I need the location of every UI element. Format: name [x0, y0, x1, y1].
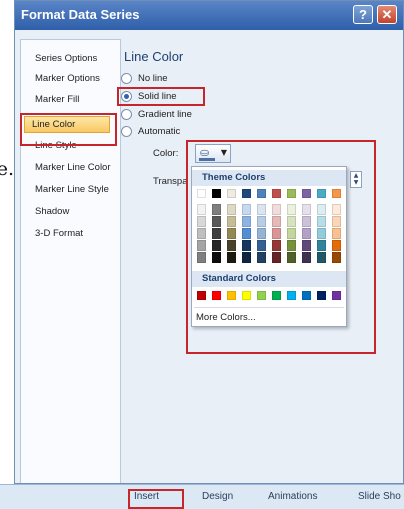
- category-nav: Series Options Marker Options Marker Fil…: [20, 39, 121, 483]
- color-label: Color:: [153, 148, 179, 159]
- option-no-line-label: No line: [138, 73, 168, 85]
- clipped-text-fragment: e.: [0, 159, 14, 179]
- option-automatic[interactable]: Automatic: [121, 126, 180, 139]
- line-color-highlight-box: [20, 113, 117, 146]
- option-automatic-label: Automatic: [138, 126, 181, 138]
- nav-item-marker-line-color[interactable]: Marker Line Color: [35, 162, 111, 173]
- nav-item-series-options[interactable]: Series Options: [35, 53, 97, 64]
- nav-item-marker-fill[interactable]: Marker Fill: [35, 94, 79, 105]
- nav-item-marker-options[interactable]: Marker Options: [35, 73, 100, 84]
- close-button[interactable]: ✕: [377, 5, 397, 24]
- nav-item-3d-format[interactable]: 3-D Format: [35, 228, 83, 239]
- nav-item-marker-line-style[interactable]: Marker Line Style: [35, 184, 109, 195]
- radio-no-line[interactable]: [121, 73, 132, 84]
- nav-item-shadow[interactable]: Shadow: [35, 206, 69, 217]
- ribbon-tab-bar: Insert Design Animations Slide Sho: [0, 484, 404, 509]
- radio-gradient-line[interactable]: [121, 109, 132, 120]
- tab-slide-show[interactable]: Slide Sho: [358, 491, 401, 502]
- radio-automatic[interactable]: [121, 126, 132, 137]
- color-dropdown-highlight-box: [186, 140, 376, 354]
- option-gradient-line-label: Gradient line: [138, 109, 192, 121]
- help-button[interactable]: ?: [353, 5, 373, 24]
- solid-line-highlight-box: [117, 87, 205, 106]
- dialog-titlebar[interactable]: Format Data Series ? ✕: [15, 1, 403, 30]
- dialog-title: Format Data Series: [21, 7, 140, 22]
- help-icon: ?: [359, 7, 367, 22]
- pane-title: Line Color: [124, 49, 184, 64]
- insert-tab-highlight-box: [128, 489, 184, 509]
- close-icon: ✕: [381, 7, 393, 22]
- option-no-line[interactable]: No line: [121, 73, 168, 86]
- option-gradient-line[interactable]: Gradient line: [121, 109, 192, 122]
- fragment-text: e.: [0, 159, 14, 179]
- tab-animations[interactable]: Animations: [268, 491, 317, 502]
- transparency-label: Transpa: [153, 176, 188, 187]
- tab-design[interactable]: Design: [202, 491, 233, 502]
